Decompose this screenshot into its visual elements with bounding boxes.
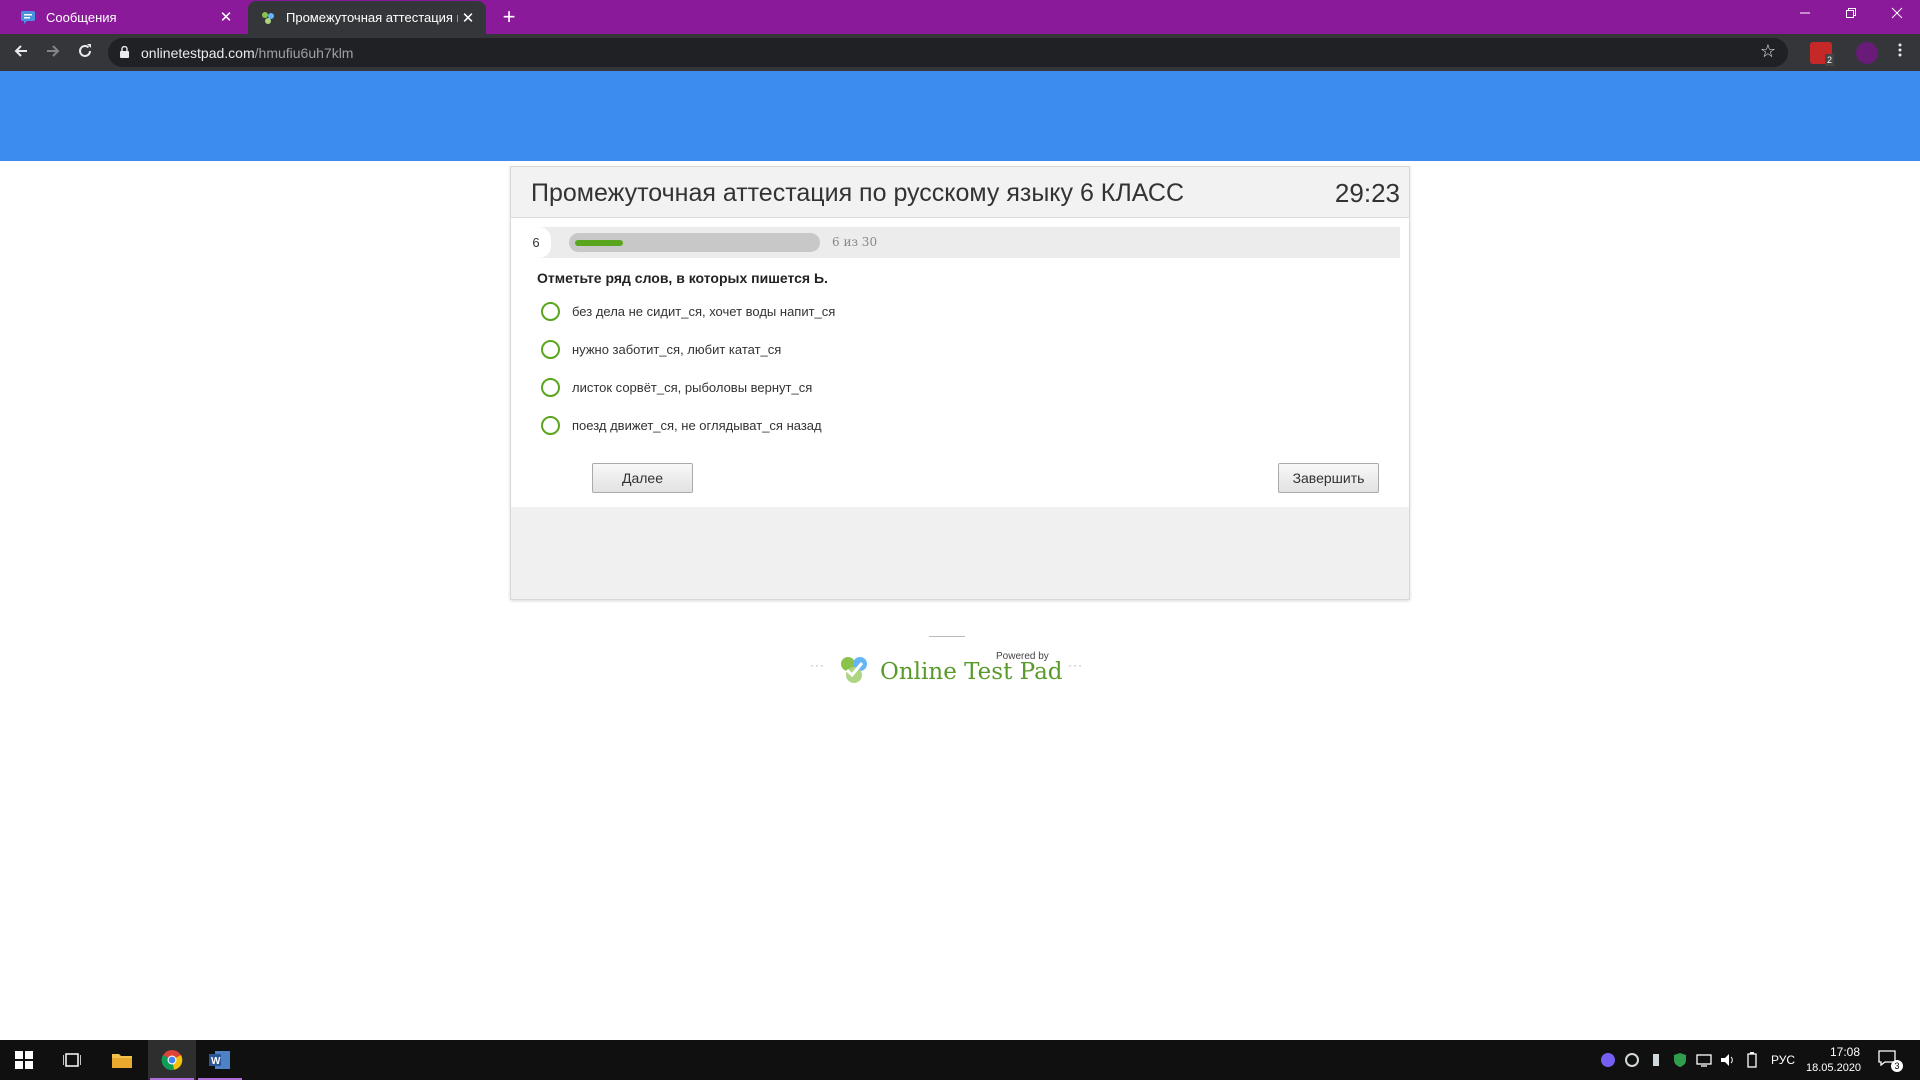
action-center-button[interactable]: 3	[1878, 1050, 1903, 1072]
windows-icon	[15, 1051, 33, 1069]
radio-button[interactable]	[541, 377, 560, 397]
extension-badge: 2	[1824, 54, 1834, 66]
answer-option[interactable]: нужно заботит_ся, любит катат_ся	[541, 338, 781, 360]
answer-option[interactable]: листок сорвёт_ся, рыболовы вернут_ся	[541, 376, 812, 398]
language-indicator[interactable]: РУС	[1771, 1053, 1795, 1067]
arrow-right-icon	[47, 45, 60, 57]
chrome-icon	[161, 1050, 183, 1071]
answer-label: нужно заботит_ся, любит катат_ся	[572, 341, 782, 357]
timer: 29:23	[1334, 178, 1400, 208]
test-header: Промежуточная аттестация по русскому язы…	[511, 167, 1409, 218]
chat-icon	[21, 11, 35, 24]
clock-time[interactable]: 17:08	[1822, 1045, 1868, 1059]
word-icon: W	[209, 1051, 230, 1069]
progress-count: 6 из 30	[832, 235, 878, 249]
tab-title: Промежуточная аттестация по	[286, 10, 458, 25]
browser-menu-button[interactable]	[1886, 39, 1914, 67]
restore-icon	[1846, 8, 1856, 18]
minimize-button[interactable]	[1782, 0, 1828, 30]
footer-divider	[929, 636, 965, 637]
folder-icon	[112, 1054, 132, 1068]
answer-label: без дела не сидит_ся, хочет воды напит_с…	[572, 303, 836, 319]
notification-count: 3	[1891, 1060, 1903, 1072]
online-test-pad-logo-icon[interactable]	[838, 652, 870, 686]
reload-button[interactable]	[71, 39, 99, 67]
lock-icon	[120, 46, 129, 58]
windows-taskbar: W РУС 17:08 18.05.2020 3	[0, 1040, 1920, 1080]
answer-label: поезд движет_ся, не оглядыват_ся назад	[572, 417, 822, 433]
progress-row: 6 6 из 30	[521, 227, 1400, 258]
question-panel: 6 6 из 30 Отметьте ряд слов, в которых п…	[511, 218, 1409, 507]
profile-avatar[interactable]	[1856, 42, 1878, 64]
adblock-extension-icon[interactable]: 2	[1810, 42, 1834, 66]
header-banner	[0, 71, 1920, 161]
finish-button[interactable]: Завершить	[1278, 463, 1379, 493]
footer-dots-right: ···	[1068, 658, 1083, 672]
word-taskbar-button[interactable]: W	[196, 1040, 244, 1080]
url-path: /hmufiu6uh7klm	[254, 45, 354, 61]
progress-fill	[575, 240, 623, 246]
question-number: 6	[521, 227, 551, 258]
answer-label: листок сорвёт_ся, рыболовы вернут_ся	[572, 379, 813, 395]
browser-toolbar: onlinetestpad.com/hmufiu6uh7klm ☆ 2	[0, 34, 1920, 71]
test-card: Промежуточная аттестация по русскому язы…	[510, 166, 1410, 600]
task-view-button[interactable]	[48, 1040, 96, 1080]
footer-dots-left: ···	[810, 658, 825, 672]
svg-text:W: W	[211, 1056, 221, 1067]
next-button[interactable]: Далее	[592, 463, 693, 493]
viber-icon[interactable]	[1600, 1052, 1616, 1068]
new-tab-button[interactable]: +	[496, 4, 522, 30]
start-button[interactable]	[0, 1040, 48, 1080]
brand-name[interactable]: Online Test Pad	[880, 659, 1063, 685]
radio-button[interactable]	[541, 415, 560, 435]
close-icon[interactable]: ✕	[216, 8, 236, 26]
tab-test[interactable]: Промежуточная аттестация по ✕	[248, 1, 486, 34]
progress-bar	[569, 233, 820, 252]
close-icon	[1891, 7, 1903, 19]
close-window-button[interactable]	[1874, 0, 1920, 30]
address-bar[interactable]: onlinetestpad.com/hmufiu6uh7klm ☆	[108, 38, 1788, 67]
file-explorer-button[interactable]	[98, 1040, 146, 1080]
tab-messages[interactable]: Сообщения ✕	[8, 0, 244, 34]
task-view-icon	[63, 1053, 81, 1067]
bookmark-star-icon[interactable]: ☆	[1760, 41, 1776, 62]
steam-icon[interactable]	[1624, 1052, 1640, 1068]
volume-icon[interactable]	[1720, 1052, 1736, 1068]
arrow-left-icon	[14, 45, 27, 57]
forward-button[interactable]	[39, 39, 67, 67]
onlinetestpad-icon	[262, 11, 274, 24]
test-title: Промежуточная аттестация по русскому язы…	[531, 179, 1185, 207]
tab-title: Сообщения	[46, 9, 117, 25]
reload-icon	[79, 44, 91, 57]
restore-button[interactable]	[1828, 0, 1874, 30]
question-text: Отметьте ряд слов, в которых пишется Ь.	[537, 270, 828, 286]
network-icon[interactable]	[1696, 1052, 1712, 1068]
close-icon[interactable]: ✕	[458, 9, 478, 27]
url-host: onlinetestpad.com	[141, 45, 255, 61]
usb-icon[interactable]	[1648, 1052, 1664, 1068]
tab-strip: Сообщения ✕ Промежуточная аттестация по …	[0, 0, 1920, 34]
url-text: onlinetestpad.com/hmufiu6uh7klm	[141, 45, 353, 61]
chrome-taskbar-button[interactable]	[148, 1040, 196, 1080]
answer-option[interactable]: без дела не сидит_ся, хочет воды напит_с…	[541, 300, 835, 322]
clock-date[interactable]: 18.05.2020	[1806, 1062, 1861, 1074]
security-shield-icon[interactable]	[1672, 1052, 1688, 1068]
radio-button[interactable]	[541, 301, 560, 321]
back-button[interactable]	[7, 39, 35, 67]
radio-button[interactable]	[541, 339, 560, 359]
battery-icon[interactable]	[1744, 1052, 1760, 1068]
answer-option[interactable]: поезд движет_ся, не оглядыват_ся назад	[541, 414, 822, 436]
minimize-icon	[1800, 12, 1810, 14]
more-vertical-icon	[1898, 43, 1902, 57]
